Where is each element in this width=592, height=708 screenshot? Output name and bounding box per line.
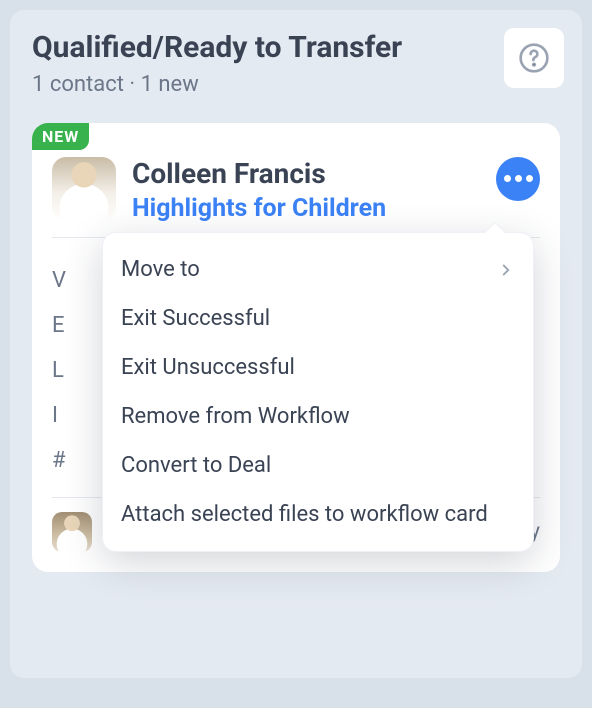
card-head-text: Colleen Francis Highlights for Children	[132, 157, 480, 223]
card-actions-button[interactable]	[496, 157, 540, 201]
menu-item-label: Exit Successful	[121, 306, 270, 331]
contact-name[interactable]: Colleen Francis	[132, 157, 480, 190]
card-header: Colleen Francis Highlights for Children	[52, 123, 540, 223]
owner-avatar[interactable]	[52, 512, 92, 552]
contact-avatar[interactable]	[52, 157, 116, 221]
help-button[interactable]	[504, 28, 564, 88]
stage-subtitle: 1 contact · 1 new	[32, 72, 560, 97]
menu-item-label: Attach selected files to workflow card	[121, 502, 488, 527]
menu-item-remove-from-workflow[interactable]: Remove from Workflow	[103, 392, 533, 441]
card-actions-menu: Move to Exit Successful Exit Unsuccessfu…	[102, 232, 534, 552]
menu-item-label: Convert to Deal	[121, 453, 271, 478]
menu-item-exit-unsuccessful[interactable]: Exit Unsuccessful	[103, 343, 533, 392]
new-badge: NEW	[32, 123, 89, 150]
menu-item-attach-files[interactable]: Attach selected files to workflow card	[103, 490, 533, 539]
menu-item-label: Exit Unsuccessful	[121, 355, 295, 380]
company-link[interactable]: Highlights for Children	[132, 194, 480, 223]
help-icon	[518, 42, 550, 74]
stage-title: Qualified/Ready to Transfer	[32, 32, 560, 64]
chevron-right-icon	[497, 261, 515, 279]
pipeline-stage-panel: Qualified/Ready to Transfer 1 contact · …	[10, 10, 582, 678]
menu-item-move-to[interactable]: Move to	[103, 245, 533, 294]
menu-item-convert-to-deal[interactable]: Convert to Deal	[103, 441, 533, 490]
menu-item-label: Remove from Workflow	[121, 404, 350, 429]
menu-item-exit-successful[interactable]: Exit Successful	[103, 294, 533, 343]
menu-item-label: Move to	[121, 257, 200, 282]
ellipsis-icon	[504, 175, 533, 182]
